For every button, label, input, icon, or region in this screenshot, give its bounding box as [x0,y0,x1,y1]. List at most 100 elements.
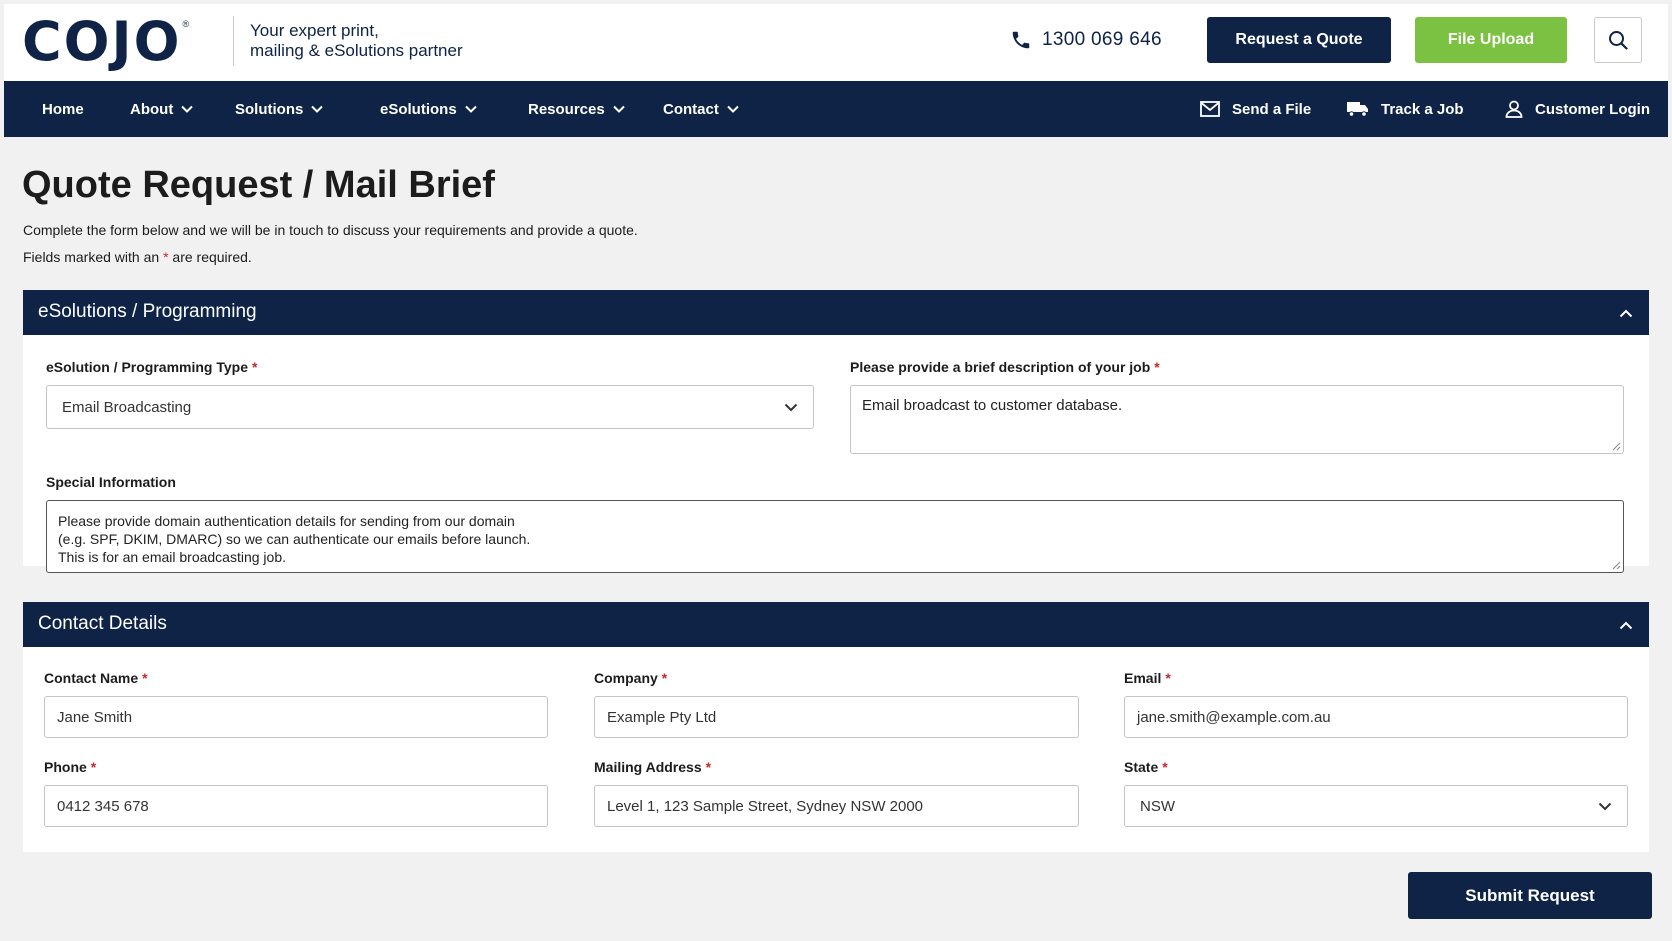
nav-item-about[interactable]: About [130,81,194,137]
state-select[interactable]: NSW [1124,785,1628,827]
nav-item-home[interactable]: Home [42,81,84,137]
collapse-toggle[interactable] [1615,614,1637,636]
email-value: jane.smith@example.com.au [1137,708,1331,726]
address-input[interactable]: Level 1, 123 Sample Street, Sydney NSW 2… [594,785,1079,827]
resize-handle[interactable] [1612,442,1621,451]
nav-item-customer-login[interactable]: Customer Login [1505,81,1650,137]
logo-divider [233,16,234,66]
esolutions-panel: eSolutions / Programming eSolution / Pro… [23,290,1649,573]
contact-panel-title: Contact Details [38,613,167,634]
type-label: eSolution / Programming Type * [46,359,257,375]
company-label: Company * [594,670,667,686]
nav-send-file-label: Send a File [1232,100,1312,118]
phone-icon [1012,31,1030,49]
nav-track-job-label: Track a Job [1381,100,1464,118]
tagline: Your expert print, mailing & eSolutions … [250,21,463,61]
cojo-logo[interactable]: COJO ® [22,14,189,70]
user-icon [1505,100,1523,118]
email-input[interactable]: jane.smith@example.com.au [1124,696,1628,738]
truck-icon [1347,102,1368,117]
chevron-down-icon [464,105,477,113]
request-quote-button[interactable]: Request a Quote [1207,17,1391,63]
collapse-toggle[interactable] [1615,302,1637,324]
resize-handle[interactable] [1612,561,1621,570]
nav-item-send-file[interactable]: Send a File [1200,81,1311,137]
required-star: * [90,759,97,775]
required-note: Fields marked with an * are required. [23,249,252,265]
site-header: COJO ® Your expert print, mailing & eSol… [4,4,1668,81]
required-star: * [251,359,258,375]
required-note-suffix: are required. [172,249,252,265]
contact-name-label-text: Contact Name [44,670,139,686]
chevron-down-icon [613,105,625,113]
email-label: Email * [1124,670,1171,686]
type-select-value: Email Broadcasting [62,398,192,416]
nav-about-label: About [130,100,174,118]
envelope-icon [1200,101,1220,117]
nav-contact-label: Contact [663,100,719,118]
required-star: * [661,670,668,686]
special-info-textarea[interactable]: Please provide domain authentication det… [46,500,1624,573]
chevron-up-icon [1619,621,1633,629]
logo-registered-mark: ® [182,19,190,29]
chevron-up-icon [1619,309,1633,317]
contact-name-value: Jane Smith [57,708,133,726]
chevron-down-icon [181,105,194,113]
phone-number: 1300 069 646 [1042,29,1162,50]
description-textarea[interactable]: Email broadcast to customer database. [850,385,1624,454]
description-label-text: Please provide a brief description of yo… [850,359,1151,375]
type-select[interactable]: Email Broadcasting [46,385,814,429]
logo-text: COJO [22,10,182,73]
page-frame: COJO ® Your expert print, mailing & eSol… [4,4,1668,937]
chevron-down-icon [784,403,798,411]
tagline-line-1: Your expert print, [250,21,379,40]
intro-text: Complete the form below and we will be i… [23,222,638,238]
nav-home-label: Home [42,100,84,118]
chevron-down-icon [1598,802,1612,810]
company-label-text: Company [594,670,658,686]
file-upload-button[interactable]: File Upload [1415,17,1567,63]
description-value: Email broadcast to customer database. [862,397,1123,414]
required-star: * [1154,359,1160,375]
search-icon [1609,31,1628,50]
page-title: Quote Request / Mail Brief [22,164,495,206]
company-input[interactable]: Example Pty Ltd [594,696,1079,738]
nav-item-resources[interactable]: Resources [528,81,625,137]
address-label: Mailing Address * [594,759,711,775]
state-value: NSW [1140,797,1175,815]
submit-request-button[interactable]: Submit Request [1408,872,1652,919]
description-label: Please provide a brief description of yo… [850,359,1160,375]
state-label-text: State [1124,759,1159,775]
search-button[interactable] [1594,17,1642,63]
contact-panel-header[interactable]: Contact Details [23,602,1649,647]
phone-label: Phone * [44,759,96,775]
contact-panel: Contact Details Contact Name * Jane Smith… [23,602,1649,852]
nav-item-contact[interactable]: Contact [663,81,739,137]
contact-name-input[interactable]: Jane Smith [44,696,548,738]
phone-label-text: Phone [44,759,87,775]
special-line-1: Please provide domain authentication det… [58,513,515,529]
nav-solutions-label: Solutions [235,100,304,118]
required-star: * [142,670,148,686]
phone-input[interactable]: 0412 345 678 [44,785,548,827]
company-value: Example Pty Ltd [607,708,717,726]
special-label: Special Information [46,474,176,490]
required-star: * [1162,759,1168,775]
required-star: * [1165,670,1171,686]
address-value: Level 1, 123 Sample Street, Sydney NSW 2… [607,797,924,815]
chevron-down-icon [311,105,324,113]
special-line-2: (e.g. SPF, DKIM, DMARC) so we can authen… [58,531,531,547]
type-label-text: eSolution / Programming Type [46,359,248,375]
nav-item-esolutions[interactable]: eSolutions [380,81,477,137]
special-label-text: Special Information [46,474,176,490]
nav-item-solutions[interactable]: Solutions [235,81,324,137]
nav-customer-login-label: Customer Login [1535,100,1650,118]
nav-esolutions-label: eSolutions [380,100,457,118]
required-star: * [705,759,712,775]
phone-link[interactable]: 1300 069 646 [1010,29,1162,51]
main-nav: Home About Solutions eSolutions Resource… [4,81,1668,137]
required-note-star: * [163,249,169,265]
tagline-line-2: mailing & eSolutions partner [250,41,463,60]
esolutions-panel-header[interactable]: eSolutions / Programming [23,290,1649,335]
nav-item-track-job[interactable]: Track a Job [1347,81,1464,137]
